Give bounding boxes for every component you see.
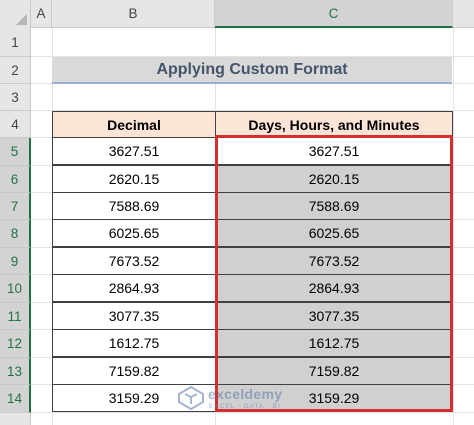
selection-highlight-box <box>215 135 453 412</box>
row-header-3[interactable]: 3 <box>0 84 31 111</box>
row-header-2[interactable]: 2 <box>0 57 31 84</box>
row-header-1[interactable]: 1 <box>0 28 31 57</box>
gridline <box>453 28 454 425</box>
decimal-cell[interactable]: 3627.51 <box>52 137 216 165</box>
table-header-decimal[interactable]: Decimal <box>52 111 216 138</box>
row-header-6[interactable]: 6 <box>0 166 31 193</box>
decimal-cell[interactable]: 3077.35 <box>52 302 216 330</box>
row-header-14[interactable]: 14 <box>0 385 31 413</box>
exceldemy-logo-icon <box>178 386 204 410</box>
row-header-11[interactable]: 11 <box>0 303 31 330</box>
decimal-cell[interactable]: 7673.52 <box>52 247 216 275</box>
watermark-name: exceldemy <box>208 386 283 402</box>
row-header-5[interactable]: 5 <box>0 138 31 166</box>
decimal-cell[interactable]: 2864.93 <box>52 274 216 302</box>
row-header-12[interactable]: 12 <box>0 330 31 358</box>
column-header-b[interactable]: B <box>52 0 215 28</box>
row-header-10[interactable]: 10 <box>0 275 31 303</box>
decimal-cell[interactable]: 7159.82 <box>52 357 216 385</box>
watermark-tagline: EXCEL · DATA · BI <box>209 403 281 410</box>
row-header-8[interactable]: 8 <box>0 220 31 248</box>
column-header-a[interactable]: A <box>31 0 52 28</box>
sheet-title[interactable]: Applying Custom Format <box>52 57 452 84</box>
row-header-strip-end <box>0 413 31 425</box>
column-header-c[interactable]: C <box>215 0 453 28</box>
exceldemy-watermark: exceldemy EXCEL · DATA · BI <box>178 384 318 414</box>
table-header-days-hours-minutes[interactable]: Days, Hours, and Minutes <box>215 111 453 138</box>
decimal-cell[interactable]: 1612.75 <box>52 329 216 357</box>
select-all-triangle-icon <box>16 14 27 25</box>
row-header-7[interactable]: 7 <box>0 193 31 220</box>
decimal-cell[interactable]: 6025.65 <box>52 219 216 247</box>
decimal-cell[interactable]: 2620.15 <box>52 165 216 193</box>
decimal-cell[interactable]: 7588.69 <box>52 192 216 220</box>
row-header-9[interactable]: 9 <box>0 248 31 275</box>
row-header-13[interactable]: 13 <box>0 358 31 385</box>
row-header-4[interactable]: 4 <box>0 111 31 138</box>
